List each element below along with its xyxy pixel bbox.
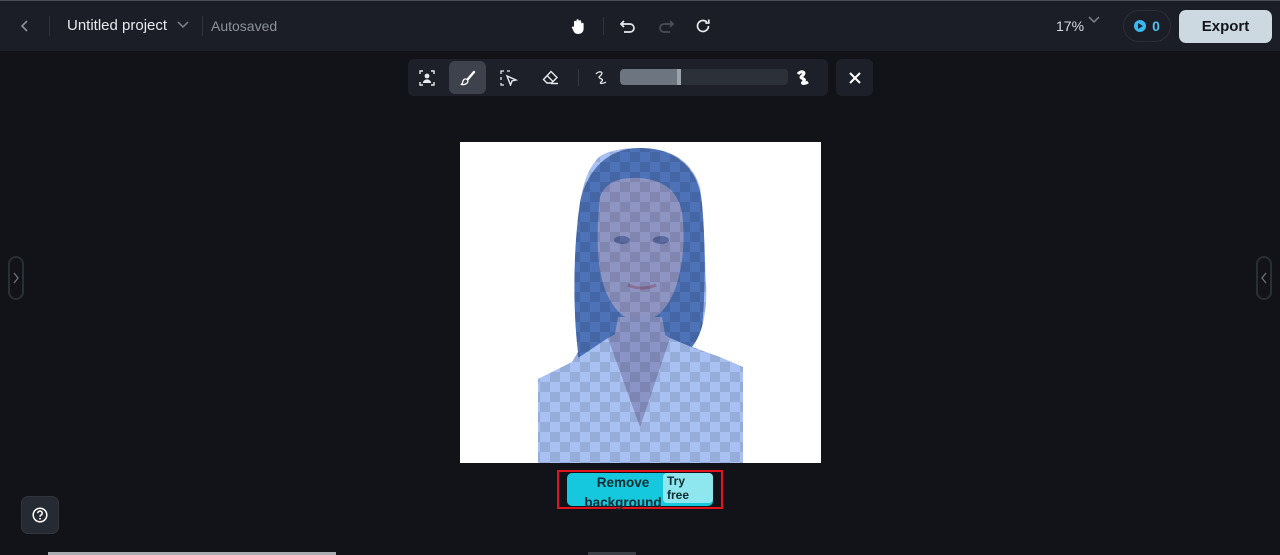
canvas-image[interactable] <box>460 142 821 463</box>
refresh-button[interactable] <box>689 12 717 40</box>
top-bar: Untitled project Autosaved 17% 0 Export <box>0 0 1280 51</box>
thick-stroke-icon <box>796 70 809 85</box>
area-select-icon <box>499 69 518 86</box>
refresh-icon <box>696 19 710 33</box>
toolbar-divider <box>578 69 579 86</box>
try-free-badge: Try free <box>663 473 713 503</box>
mask-toolbar <box>408 59 828 96</box>
project-menu-button[interactable] <box>174 15 192 35</box>
zoom-menu-button[interactable] <box>1088 16 1100 24</box>
save-status: Autosaved <box>211 18 278 34</box>
help-button[interactable] <box>21 496 59 534</box>
credits-badge[interactable]: 0 <box>1123 10 1171 42</box>
zoom-level[interactable]: 17% <box>1056 18 1084 34</box>
brush-size-max <box>785 61 821 94</box>
brush-size-slider[interactable] <box>620 69 788 85</box>
remove-background-label: Remove background <box>584 475 662 510</box>
help-circle-icon <box>32 507 48 523</box>
close-mask-tool-button[interactable] <box>836 59 873 96</box>
slider-fill <box>620 69 679 85</box>
portrait-with-mask <box>460 142 821 463</box>
right-panel-toggle[interactable] <box>1256 256 1272 300</box>
remove-background-button[interactable]: Remove background 0 Try free <box>567 473 713 510</box>
brush-size-min <box>583 61 619 94</box>
subject-select-tool[interactable] <box>408 61 445 94</box>
redo-icon <box>659 20 674 33</box>
eraser-icon <box>542 70 558 85</box>
project-title[interactable]: Untitled project <box>67 17 167 34</box>
brush-tool[interactable] <box>449 61 486 94</box>
area-select-tool[interactable] <box>490 61 527 94</box>
hand-tool-button[interactable] <box>564 12 592 40</box>
credit-icon <box>1134 20 1147 32</box>
close-icon <box>848 71 861 84</box>
chevron-down-icon <box>177 21 189 29</box>
credit-count: 0 <box>1152 18 1160 34</box>
chevron-left-icon <box>20 20 28 32</box>
divider <box>603 17 604 35</box>
slider-thumb[interactable] <box>676 69 681 85</box>
chevron-left-icon <box>1261 272 1267 284</box>
divider <box>202 16 203 36</box>
undo-icon <box>620 20 635 33</box>
back-button[interactable] <box>12 13 38 39</box>
hand-icon <box>571 18 584 34</box>
divider <box>49 16 50 36</box>
chevron-down-icon <box>1088 16 1100 24</box>
undo-button[interactable] <box>614 12 642 40</box>
left-panel-toggle[interactable] <box>8 256 24 300</box>
brush-icon <box>459 70 475 85</box>
eraser-tool[interactable] <box>532 61 569 94</box>
thin-stroke-icon <box>595 71 607 85</box>
person-select-icon <box>418 69 435 86</box>
redo-button[interactable] <box>652 12 680 40</box>
export-button[interactable]: Export <box>1179 10 1272 43</box>
chevron-right-icon <box>13 272 19 284</box>
